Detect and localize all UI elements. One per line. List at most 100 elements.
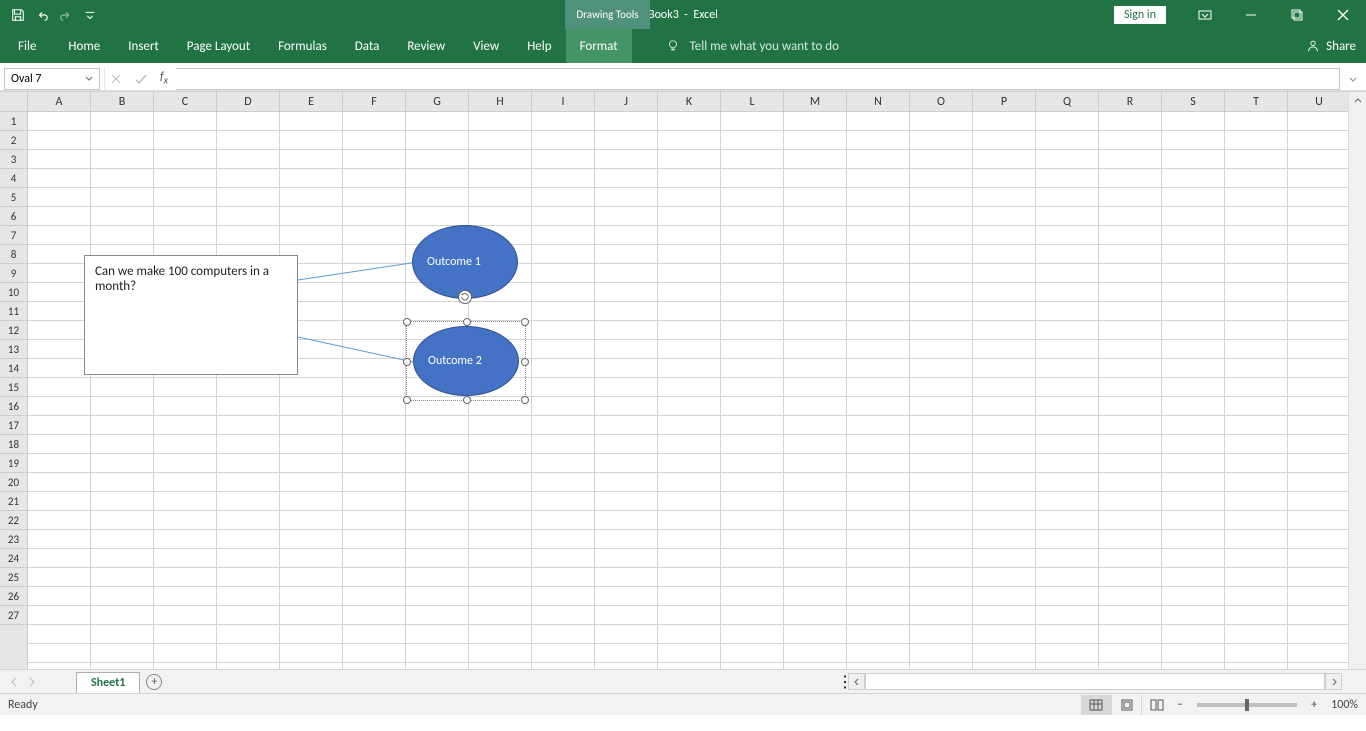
sheet-nav-prev[interactable] <box>6 672 22 692</box>
row-header-18[interactable]: 18 <box>0 435 27 454</box>
tab-formulas[interactable]: Formulas <box>264 29 341 63</box>
name-box[interactable]: Oval 7 <box>4 68 100 90</box>
row-header-8[interactable]: 8 <box>0 245 27 264</box>
col-header-P[interactable]: P <box>973 92 1036 111</box>
col-header-M[interactable]: M <box>784 92 847 111</box>
resize-handle-n[interactable] <box>463 318 471 326</box>
col-header-Q[interactable]: Q <box>1036 92 1099 111</box>
col-header-C[interactable]: C <box>154 92 217 111</box>
row-header-6[interactable]: 6 <box>0 207 27 226</box>
resize-handle-sw[interactable] <box>403 396 411 404</box>
qat-customize-icon[interactable] <box>78 3 102 27</box>
zoom-level[interactable]: 100% <box>1331 698 1358 712</box>
sign-in-button[interactable]: Sign in <box>1114 6 1166 24</box>
tab-insert[interactable]: Insert <box>114 29 173 63</box>
worksheet-grid[interactable]: ABCDEFGHIJKLMNOPQRSTU 123456789101112131… <box>0 91 1366 669</box>
row-header-9[interactable]: 9 <box>0 264 27 283</box>
row-header-25[interactable]: 25 <box>0 568 27 587</box>
zoom-slider[interactable] <box>1197 703 1297 707</box>
scroll-left-icon[interactable] <box>848 673 865 690</box>
row-header-22[interactable]: 22 <box>0 511 27 530</box>
shape-textbox[interactable]: Can we make 100 computers in a month? <box>84 255 298 375</box>
vertical-scrollbar[interactable] <box>1348 92 1366 669</box>
row-header-11[interactable]: 11 <box>0 302 27 321</box>
horizontal-scrollbar[interactable]: ⋮ <box>842 673 1342 690</box>
col-header-O[interactable]: O <box>910 92 973 111</box>
view-page-layout-button[interactable] <box>1111 695 1141 715</box>
save-button[interactable] <box>6 3 30 27</box>
tab-page-layout[interactable]: Page Layout <box>173 29 264 63</box>
formula-input[interactable] <box>176 68 1340 90</box>
row-header-13[interactable]: 13 <box>0 340 27 359</box>
col-header-B[interactable]: B <box>91 92 154 111</box>
row-header-5[interactable]: 5 <box>0 188 27 207</box>
maximize-button[interactable] <box>1274 0 1320 29</box>
sheet-nav-next[interactable] <box>24 672 40 692</box>
row-header-21[interactable]: 21 <box>0 492 27 511</box>
col-header-N[interactable]: N <box>847 92 910 111</box>
zoom-in-button[interactable]: + <box>1305 698 1323 712</box>
redo-button[interactable] <box>54 3 78 27</box>
resize-handle-ne[interactable] <box>521 318 529 326</box>
tab-help[interactable]: Help <box>513 29 565 63</box>
tab-view[interactable]: View <box>459 29 513 63</box>
row-header-10[interactable]: 10 <box>0 283 27 302</box>
tell-me-search[interactable]: Tell me what you want to do <box>652 29 853 63</box>
col-header-K[interactable]: K <box>658 92 721 111</box>
col-header-J[interactable]: J <box>595 92 658 111</box>
formula-expand-button[interactable] <box>1344 74 1362 84</box>
minimize-button[interactable] <box>1228 0 1274 29</box>
rotation-handle-icon[interactable] <box>458 290 472 304</box>
row-header-15[interactable]: 15 <box>0 378 27 397</box>
row-header-7[interactable]: 7 <box>0 226 27 245</box>
row-header-14[interactable]: 14 <box>0 359 27 378</box>
cells-area[interactable]: Can we make 100 computers in a month? Ou… <box>28 112 1348 669</box>
select-all-corner[interactable] <box>0 92 28 112</box>
namebox-dropdown-icon[interactable] <box>81 71 97 87</box>
zoom-out-button[interactable]: − <box>1171 698 1189 712</box>
shape-oval-1[interactable]: Outcome 1 <box>412 225 518 299</box>
row-headers[interactable]: 1234567891011121314151617181920212223242… <box>0 112 28 669</box>
tab-file[interactable]: File <box>0 29 54 63</box>
row-header-24[interactable]: 24 <box>0 549 27 568</box>
row-header-16[interactable]: 16 <box>0 397 27 416</box>
ribbon-options-button[interactable] <box>1182 0 1228 29</box>
col-header-D[interactable]: D <box>217 92 280 111</box>
col-header-S[interactable]: S <box>1162 92 1225 111</box>
row-header-17[interactable]: 17 <box>0 416 27 435</box>
row-header-3[interactable]: 3 <box>0 150 27 169</box>
column-headers[interactable]: ABCDEFGHIJKLMNOPQRSTU <box>28 92 1348 112</box>
tab-data[interactable]: Data <box>341 29 394 63</box>
scroll-right-icon[interactable] <box>1325 673 1342 690</box>
tab-review[interactable]: Review <box>393 29 459 63</box>
resize-handle-w[interactable] <box>403 358 411 366</box>
col-header-T[interactable]: T <box>1225 92 1288 111</box>
row-header-4[interactable]: 4 <box>0 169 27 188</box>
row-header-19[interactable]: 19 <box>0 454 27 473</box>
row-header-12[interactable]: 12 <box>0 321 27 340</box>
row-header-27[interactable]: 27 <box>0 606 27 625</box>
col-header-A[interactable]: A <box>28 92 91 111</box>
col-header-F[interactable]: F <box>343 92 406 111</box>
row-header-23[interactable]: 23 <box>0 530 27 549</box>
scroll-up-icon[interactable] <box>1349 92 1366 110</box>
row-header-1[interactable]: 1 <box>0 112 27 131</box>
row-header-20[interactable]: 20 <box>0 473 27 492</box>
col-header-L[interactable]: L <box>721 92 784 111</box>
view-normal-button[interactable] <box>1081 695 1111 715</box>
share-button[interactable]: Share <box>1306 29 1356 63</box>
resize-handle-e[interactable] <box>521 358 529 366</box>
sheet-tab-active[interactable]: Sheet1 <box>76 672 140 693</box>
row-header-26[interactable]: 26 <box>0 587 27 606</box>
undo-button[interactable] <box>30 3 54 27</box>
row-header-2[interactable]: 2 <box>0 131 27 150</box>
formula-cancel-button[interactable] <box>104 68 126 90</box>
resize-handle-nw[interactable] <box>403 318 411 326</box>
new-sheet-button[interactable]: + <box>140 670 168 693</box>
view-page-break-button[interactable] <box>1141 695 1171 715</box>
col-header-U[interactable]: U <box>1288 92 1351 111</box>
fx-icon[interactable]: fx <box>156 70 172 86</box>
col-header-E[interactable]: E <box>280 92 343 111</box>
col-header-R[interactable]: R <box>1099 92 1162 111</box>
tab-home[interactable]: Home <box>54 29 114 63</box>
